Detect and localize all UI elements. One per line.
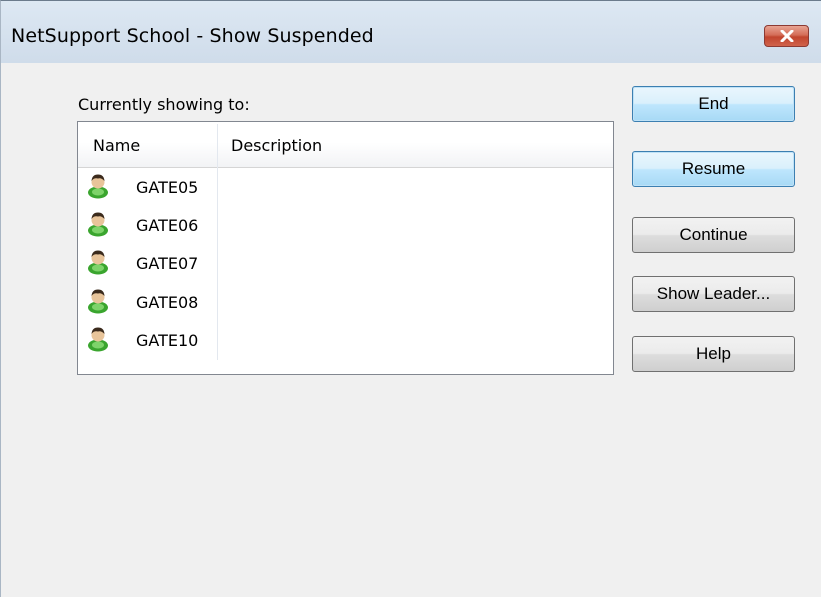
- list-header: Name Description: [78, 122, 613, 168]
- student-icon: [88, 174, 108, 199]
- list-item[interactable]: GATE08: [86, 285, 606, 319]
- column-header-description[interactable]: Description: [231, 136, 322, 155]
- student-name: GATE06: [136, 216, 199, 235]
- continue-button[interactable]: Continue: [632, 217, 795, 253]
- help-button[interactable]: Help: [632, 336, 795, 372]
- student-name: GATE08: [136, 293, 199, 312]
- list-item[interactable]: GATE07: [86, 246, 606, 280]
- students-listview[interactable]: Name Description GATE05 GATE06 GATE07 GA…: [77, 121, 614, 375]
- list-label: Currently showing to:: [78, 95, 250, 114]
- title-bar[interactable]: NetSupport School - Show Suspended: [1, 1, 821, 63]
- list-item[interactable]: GATE06: [86, 208, 606, 242]
- window-title: NetSupport School - Show Suspended: [11, 25, 374, 47]
- student-icon: [88, 212, 108, 237]
- student-name: GATE05: [136, 178, 199, 197]
- student-icon: [88, 327, 108, 352]
- close-icon: [780, 30, 793, 42]
- student-icon: [88, 250, 108, 275]
- list-item[interactable]: GATE05: [86, 170, 606, 204]
- show-leader-button[interactable]: Show Leader...: [632, 276, 795, 312]
- student-icon: [88, 289, 108, 314]
- dialog-window: NetSupport School - Show Suspended Curre…: [0, 0, 821, 597]
- end-button[interactable]: End: [632, 86, 795, 122]
- resume-button[interactable]: Resume: [632, 151, 795, 187]
- close-button[interactable]: [764, 25, 809, 47]
- column-header-name[interactable]: Name: [93, 136, 140, 155]
- student-name: GATE10: [136, 331, 199, 350]
- list-item[interactable]: GATE10: [86, 323, 606, 357]
- student-name: GATE07: [136, 254, 199, 273]
